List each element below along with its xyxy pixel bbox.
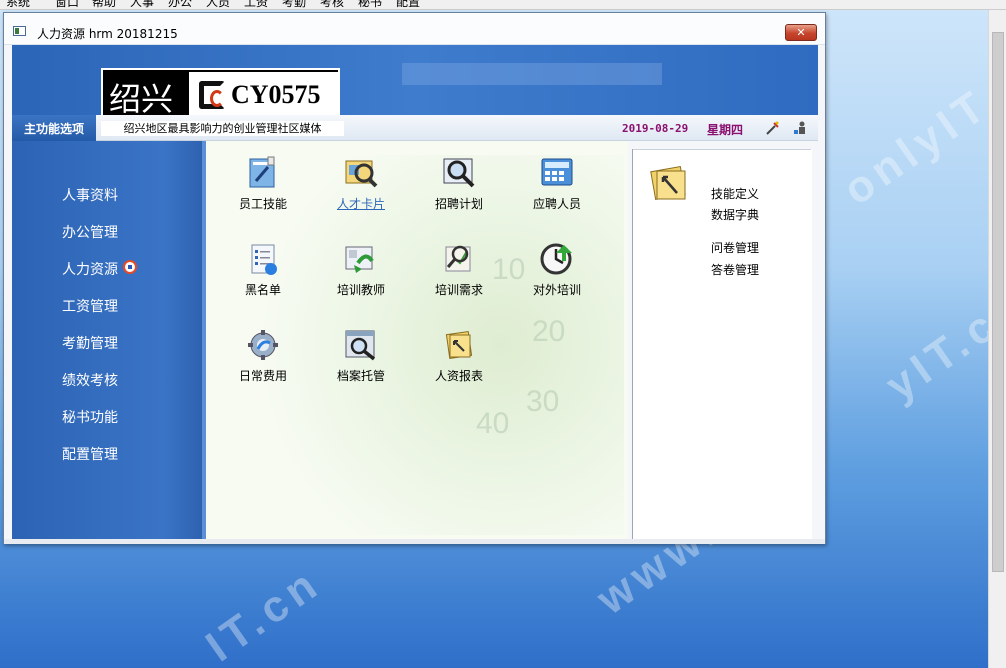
menu-item-salary[interactable]: 工资 xyxy=(244,0,268,9)
tile-trainers[interactable]: 培训教师 xyxy=(316,241,406,313)
tile-label: 培训教师 xyxy=(336,283,385,297)
app-window: 人力资源 hrm 20181215 ✕ 绍兴 CY0575 主功能选项 2019… xyxy=(3,12,826,544)
applicant-icon xyxy=(541,158,573,186)
tile-label: 黑名单 xyxy=(244,283,281,297)
sidebar-nav: 人事资料 办公管理 人力资源 工资管理 考勤管理 绩效考核 秘书功能 配置管理 xyxy=(12,141,202,539)
banner-band xyxy=(402,63,662,85)
tile-label: 应聘人员 xyxy=(532,197,581,211)
right-panel: 技能定义 数据字典 问卷管理 答卷管理 xyxy=(632,149,812,541)
logo-code-text: CY0575 xyxy=(231,80,321,109)
menu-item-secretary[interactable]: 秘书 xyxy=(358,0,382,9)
daily-expense-icon xyxy=(248,330,278,360)
training-need-icon xyxy=(445,245,471,272)
tile-label: 人资报表 xyxy=(434,369,483,383)
hr-report-icon xyxy=(445,331,473,359)
panel-divider xyxy=(633,149,811,150)
link-questionnaire-management[interactable]: 问卷管理 xyxy=(711,239,759,256)
nav-item-secretary-functions[interactable]: 秘书功能 xyxy=(62,407,118,427)
tile-label: 培训需求 xyxy=(434,283,483,297)
talent-card-icon xyxy=(345,160,378,188)
tile-archive-custody[interactable]: 档案托管 xyxy=(316,327,406,399)
recruit-plan-icon xyxy=(443,158,475,188)
nav-item-human-resources[interactable]: 人力资源 xyxy=(62,259,118,279)
menu-item-config[interactable]: 配置 xyxy=(396,0,420,9)
link-answer-sheet-management[interactable]: 答卷管理 xyxy=(711,261,759,278)
close-button[interactable]: ✕ xyxy=(785,24,817,41)
logo-code-box: CY0575 xyxy=(189,72,338,120)
main-panel: 10 20 30 40 员工技能 人才卡片 招聘计划 应聘人员 黑名单 培训教师… xyxy=(202,141,628,539)
app-window-icon xyxy=(13,26,26,36)
tile-blacklist[interactable]: 黑名单 xyxy=(218,241,308,313)
menu-item-attendance[interactable]: 考勤 xyxy=(282,0,306,9)
tile-label: 档案托管 xyxy=(336,369,385,383)
desktop-watermark: IT.cn xyxy=(197,557,331,668)
logo-tagline: 绍兴地区最具影响力的创业管理社区媒体 xyxy=(101,121,344,136)
tile-hr-reports[interactable]: 人资报表 xyxy=(414,327,504,399)
desktop-watermark: onlyIT.c xyxy=(834,54,1006,215)
desktop-scrollbar[interactable] xyxy=(988,10,1006,668)
tile-label: 日常费用 xyxy=(238,369,287,383)
tile-talent-card[interactable]: 人才卡片 xyxy=(316,155,406,227)
tile-external-training[interactable]: 对外培训 xyxy=(512,241,602,313)
nav-item-performance-review[interactable]: 绩效考核 xyxy=(62,370,118,390)
desktop-watermark: yIT.c xyxy=(876,298,1006,411)
menu-item-help[interactable]: 帮助 xyxy=(92,0,116,9)
window-bottom-edge xyxy=(4,539,825,544)
tile-training-needs[interactable]: 培训需求 xyxy=(414,241,504,313)
menu-item-assessment[interactable]: 考核 xyxy=(320,0,344,9)
external-training-icon xyxy=(540,243,572,275)
trainer-icon xyxy=(345,246,374,273)
definition-folder-icon xyxy=(650,166,686,200)
skills-icon xyxy=(249,156,275,188)
tile-recruitment-plan[interactable]: 招聘计划 xyxy=(414,155,504,227)
nav-item-salary-management[interactable]: 工资管理 xyxy=(62,296,118,316)
tile-employee-skills[interactable]: 员工技能 xyxy=(218,155,308,227)
menu-item-personnel[interactable]: 人事 xyxy=(130,0,154,9)
selected-indicator-icon xyxy=(123,260,137,274)
blacklist-icon xyxy=(251,244,277,275)
user-settings-icon[interactable] xyxy=(792,120,808,136)
scrollbar-thumb[interactable] xyxy=(992,32,1004,572)
tile-label: 人才卡片 xyxy=(336,197,385,211)
pen-tool-icon[interactable] xyxy=(765,120,781,136)
current-date: 2019-08-29 xyxy=(622,122,689,135)
logo-main-text: 绍兴 xyxy=(109,80,174,118)
menu-item-system[interactable]: 系统 xyxy=(6,0,30,9)
tile-daily-expenses[interactable]: 日常费用 xyxy=(218,327,308,399)
nav-item-office-management[interactable]: 办公管理 xyxy=(62,222,118,242)
menu-item-window[interactable]: 窗口 xyxy=(55,0,79,9)
link-data-dictionary[interactable]: 数据字典 xyxy=(711,206,759,223)
current-weekday: 星期四 xyxy=(707,123,744,137)
link-skill-definition[interactable]: 技能定义 xyxy=(711,185,759,202)
title-bar[interactable]: 人力资源 hrm 20181215 ✕ xyxy=(4,13,825,45)
tile-applicants[interactable]: 应聘人员 xyxy=(512,155,602,227)
window-title: 人力资源 hrm 20181215 xyxy=(37,27,178,41)
logo-mark-icon xyxy=(199,81,225,109)
tile-label: 招聘计划 xyxy=(434,197,483,211)
tile-label: 员工技能 xyxy=(238,197,287,211)
menu-item-office[interactable]: 办公 xyxy=(168,0,192,9)
nav-item-personnel-records[interactable]: 人事资料 xyxy=(62,185,118,205)
main-function-label: 主功能选项 xyxy=(12,115,96,141)
menu-bar: 系统 窗口 帮助 人事 办公 人员 工资 考勤 考核 秘书 配置 xyxy=(0,0,1006,10)
menu-item-staff[interactable]: 人员 xyxy=(206,0,230,9)
archive-icon xyxy=(345,330,376,361)
tile-label: 对外培训 xyxy=(532,283,581,297)
nav-item-attendance-management[interactable]: 考勤管理 xyxy=(62,333,118,353)
nav-item-config-management[interactable]: 配置管理 xyxy=(62,444,118,464)
